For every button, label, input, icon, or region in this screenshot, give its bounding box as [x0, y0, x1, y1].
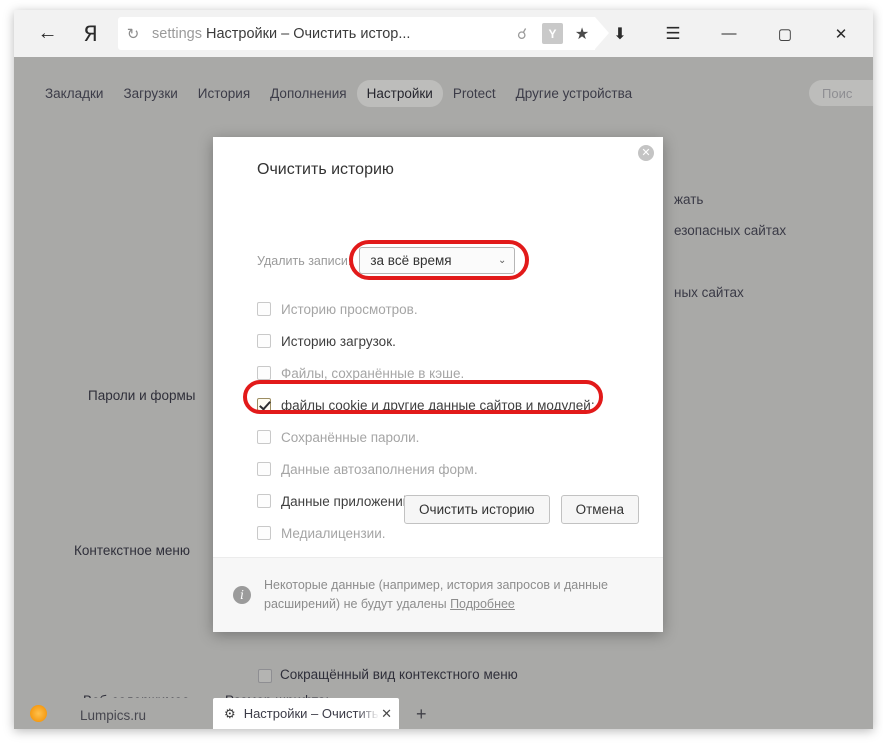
list-item-label: Данные приложений. — [281, 494, 414, 509]
sidebar-item-bookmarks[interactable]: Закладки — [35, 80, 113, 107]
sidebar-item-settings[interactable]: Настройки — [357, 80, 443, 107]
search-input[interactable]: Поис — [809, 80, 873, 106]
clear-history-button[interactable]: Очистить историю — [404, 495, 550, 524]
bookmark-lumpics[interactable]: Lumpics.ru — [80, 708, 146, 723]
dialog-title: Очистить историю — [257, 161, 394, 179]
dialog-footer-notice: i Некоторые данные (например, история за… — [213, 557, 663, 632]
checkbox-browsing-history[interactable] — [257, 302, 271, 316]
checkbox-cookies[interactable] — [257, 398, 271, 412]
gear-icon: ⚙ — [224, 706, 236, 722]
screenshot-root: ← Я ↻ settings Настройки – Очистить исто… — [0, 0, 883, 752]
tab-settings[interactable]: ⚙ Настройки – Очистить ис ✕ — [213, 698, 399, 729]
address-bar-title: Настройки – Очистить истор... — [206, 26, 410, 42]
section-context-menu-label: Контекстное меню — [74, 543, 190, 558]
list-item-label: Историю загрузок. — [281, 334, 396, 349]
browser-window: ← Я ↻ settings Настройки – Очистить исто… — [14, 10, 873, 729]
delete-period-value: за всё время — [370, 253, 451, 268]
browser-titlebar: ← Я ↻ settings Настройки – Очистить исто… — [14, 10, 873, 57]
settings-nav: Закладки Загрузки История Дополнения Нас… — [14, 78, 873, 108]
list-item[interactable]: Данные автозаполнения форм. — [257, 453, 627, 485]
checkbox-cached-files[interactable] — [257, 366, 271, 380]
window-controls: ⬇ ☰ — ▢ ✕ — [595, 11, 873, 57]
list-item-label: Историю просмотров. — [281, 302, 418, 317]
bg-clipped-text-2: езопасных сайтах — [674, 223, 786, 238]
sidebar-item-history[interactable]: История — [188, 80, 260, 107]
checkbox-app-data[interactable] — [257, 494, 271, 508]
cancel-button[interactable]: Отмена — [561, 495, 639, 524]
footer-notice-text: Некоторые данные (например, история запр… — [264, 576, 639, 614]
checkbox-autofill-data[interactable] — [257, 462, 271, 476]
delete-period-select[interactable]: за всё время ⌄ — [359, 247, 515, 274]
settings-page-dimmed: Закладки Загрузки История Дополнения Нас… — [14, 57, 873, 698]
list-item[interactable]: Историю просмотров. — [257, 293, 627, 325]
address-bar-text: settings Настройки – Очистить истор... — [148, 26, 508, 42]
checkbox-download-history[interactable] — [257, 334, 271, 348]
dialog-actions: Очистить историю Отмена — [404, 495, 639, 524]
yandex-protect-icon[interactable]: Y — [542, 23, 563, 44]
section-passwords-label: Пароли и формы — [88, 388, 196, 403]
lumpics-logo-icon — [30, 705, 47, 722]
list-item-label: Медиалицензии. — [281, 526, 386, 541]
sidebar-item-other-devices[interactable]: Другие устройства — [506, 80, 643, 107]
bg-clipped-text-1: жать — [674, 192, 703, 207]
maximize-button[interactable]: ▢ — [757, 11, 813, 57]
back-button[interactable]: ← — [26, 11, 69, 57]
search-icon[interactable]: ☌ — [508, 25, 536, 43]
list-item[interactable]: Историю загрузок. — [257, 325, 627, 357]
learn-more-link[interactable]: Подробнее — [450, 597, 515, 611]
address-bar[interactable]: ↻ settings Настройки – Очистить истор...… — [118, 17, 595, 50]
close-window-button[interactable]: ✕ — [813, 11, 869, 57]
clear-history-dialog: ✕ Очистить историю Удалить записи: за вс… — [213, 137, 663, 632]
bookmark-star-icon[interactable]: ★ — [569, 24, 595, 44]
yandex-logo-icon[interactable]: Я — [69, 11, 112, 57]
footer-notice-body: Некоторые данные (например, история запр… — [264, 578, 608, 611]
list-item-label: Сохранённые пароли. — [281, 430, 419, 445]
list-item[interactable]: Сохранённые пароли. — [257, 421, 627, 453]
bg-clipped-text-3: ных сайтах — [674, 285, 744, 300]
sidebar-item-addons[interactable]: Дополнения — [260, 80, 356, 107]
list-item-label: Данные автозаполнения форм. — [281, 462, 478, 477]
list-item[interactable]: Файлы, сохранённые в кэше. — [257, 357, 627, 389]
checkbox-media-licenses[interactable] — [257, 526, 271, 540]
new-tab-button[interactable]: + — [416, 704, 427, 725]
tab-strip: Lumpics.ru ⚙ Настройки – Очистить ис ✕ + — [14, 698, 873, 729]
sidebar-item-downloads[interactable]: Загрузки — [113, 80, 187, 107]
context-menu-option-label: Сокращённый вид контекстного меню — [280, 667, 518, 682]
hamburger-menu-icon[interactable]: ☰ — [645, 11, 701, 57]
context-menu-checkbox[interactable] — [258, 669, 272, 683]
address-bar-prefix: settings — [152, 26, 206, 42]
info-icon: i — [233, 586, 251, 604]
delete-period-row: Удалить записи: за всё время ⌄ — [257, 247, 515, 274]
delete-period-label: Удалить записи: — [257, 254, 351, 268]
list-item-label: Файлы, сохранённые в кэше. — [281, 366, 464, 381]
reload-icon[interactable]: ↻ — [118, 25, 148, 43]
list-item-label: файлы cookie и другие данные сайтов и мо… — [281, 398, 595, 413]
checkbox-saved-passwords[interactable] — [257, 430, 271, 444]
chevron-down-icon: ⌄ — [498, 255, 506, 266]
close-icon[interactable]: ✕ — [381, 706, 392, 722]
tab-title: Настройки – Очистить ис — [244, 706, 379, 721]
minimize-button[interactable]: — — [701, 11, 757, 57]
list-item[interactable]: файлы cookie и другие данные сайтов и мо… — [257, 389, 627, 421]
sidebar-item-protect[interactable]: Protect — [443, 80, 506, 107]
close-icon[interactable]: ✕ — [638, 145, 654, 161]
